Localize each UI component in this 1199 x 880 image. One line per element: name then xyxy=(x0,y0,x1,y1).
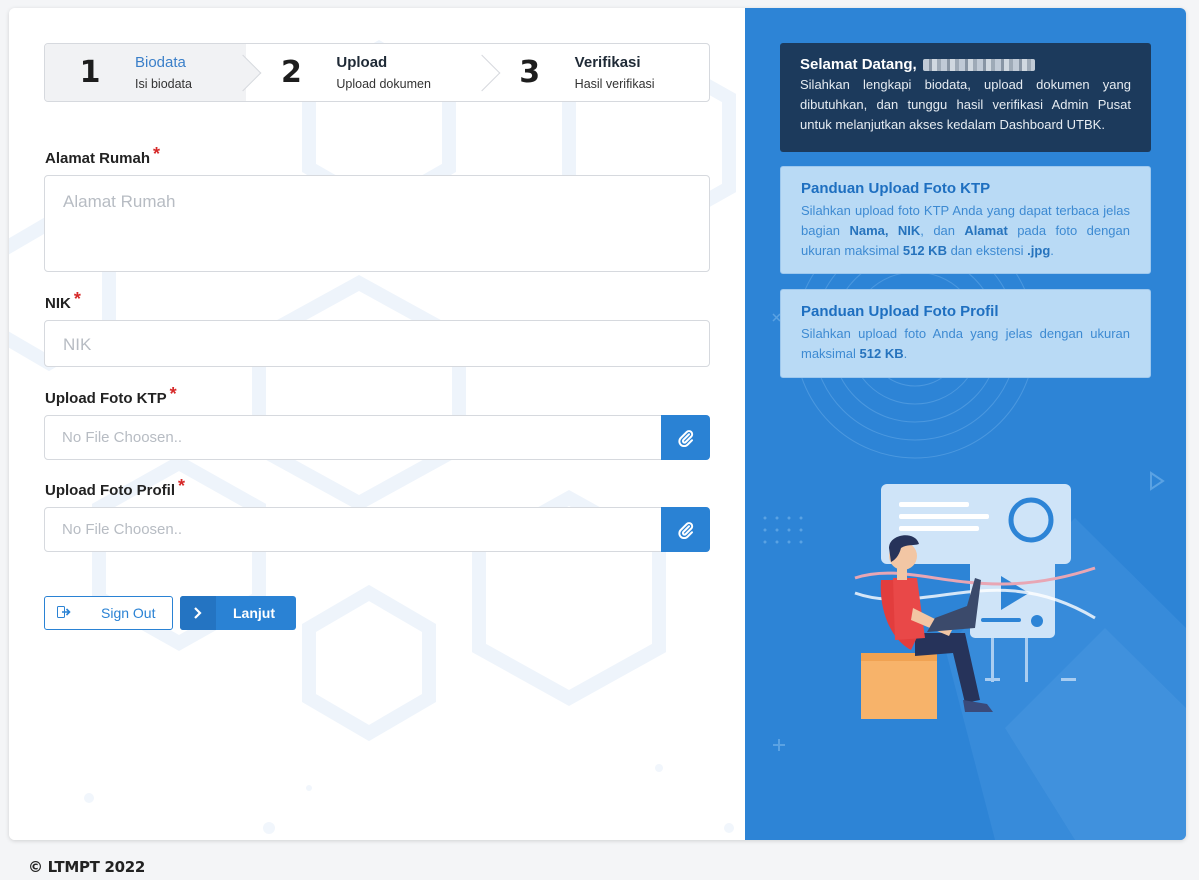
step-subtitle: Hasil verifikasi xyxy=(574,76,655,91)
next-button[interactable]: Lanjut xyxy=(180,596,296,630)
form-pane: 1 Biodata Isi biodata 2 Upload Upload do… xyxy=(9,8,745,840)
ktp-attach-button[interactable] xyxy=(661,415,710,460)
profil-file-input[interactable]: No File Choosen.. xyxy=(44,507,710,552)
required-marker: * xyxy=(153,144,161,164)
required-marker: * xyxy=(73,289,81,309)
next-label: Lanjut xyxy=(233,605,275,621)
paperclip-icon xyxy=(677,429,693,447)
alamat-label: Alamat Rumah * xyxy=(45,144,161,167)
redacted-username xyxy=(922,58,1035,71)
ktp-file-placeholder: No File Choosen.. xyxy=(62,429,183,446)
welcome-panel: Selamat Datang, Silahkan lengkapi biodat… xyxy=(780,43,1151,152)
step-verifikasi[interactable]: 3 Verifikasi Hasil verifikasi xyxy=(485,44,709,101)
step-title: Verifikasi xyxy=(574,53,641,71)
sign-out-button[interactable]: Sign Out xyxy=(44,596,173,630)
ktp-file-input[interactable]: No File Choosen.. xyxy=(44,415,710,460)
step-subtitle: Upload dokumen xyxy=(336,76,431,91)
step-title: Upload xyxy=(336,53,388,71)
ktp-guide-body: Silahkan upload foto KTP Anda yang dapat… xyxy=(801,203,1130,258)
profil-attach-button[interactable] xyxy=(661,507,710,552)
sign-out-icon xyxy=(45,605,83,621)
required-marker: * xyxy=(169,384,177,404)
nik-placeholder: NIK xyxy=(63,335,92,354)
step-title: Biodata xyxy=(135,53,186,71)
nik-label: NIK * xyxy=(45,289,81,312)
chevron-right-icon xyxy=(180,596,216,630)
welcome-title: Selamat Datang, xyxy=(800,56,917,73)
profil-guide-panel: Panduan Upload Foto Profil Silahkan uplo… xyxy=(780,289,1151,378)
registration-card: 1 Biodata Isi biodata 2 Upload Upload do… xyxy=(9,8,1186,840)
ktp-label: Upload Foto KTP * xyxy=(45,384,177,407)
welcome-body: Silahkan lengkapi biodata, upload dokume… xyxy=(800,77,1131,132)
profil-file-placeholder: No File Choosen.. xyxy=(62,521,183,538)
ktp-guide-panel: Panduan Upload Foto KTP Silahkan upload … xyxy=(780,166,1151,274)
nik-input[interactable]: NIK xyxy=(44,320,710,367)
paperclip-icon xyxy=(677,521,693,539)
sign-out-label: Sign Out xyxy=(101,605,156,621)
alamat-placeholder: Alamat Rumah xyxy=(63,192,176,211)
step-biodata[interactable]: 1 Biodata Isi biodata xyxy=(45,44,262,101)
footer-copyright: © LTMPT 2022 xyxy=(28,858,146,876)
required-marker: * xyxy=(177,476,185,496)
profil-guide-title: Panduan Upload Foto Profil xyxy=(801,303,999,320)
step-subtitle: Isi biodata xyxy=(135,76,192,91)
step-number: 1 xyxy=(79,55,101,90)
profil-label: Upload Foto Profil * xyxy=(45,476,185,499)
info-pane: Selamat Datang, Silahkan lengkapi biodat… xyxy=(745,8,1186,840)
profil-guide-body: Silahkan upload foto Anda yang jelas den… xyxy=(801,326,1130,361)
stepper: 1 Biodata Isi biodata 2 Upload Upload do… xyxy=(44,43,710,102)
person-laptop-illustration xyxy=(854,484,1096,719)
step-upload[interactable]: 2 Upload Upload dokumen xyxy=(246,44,501,101)
alamat-textarea[interactable]: Alamat Rumah xyxy=(44,175,710,272)
ktp-guide-title: Panduan Upload Foto KTP xyxy=(801,180,991,197)
